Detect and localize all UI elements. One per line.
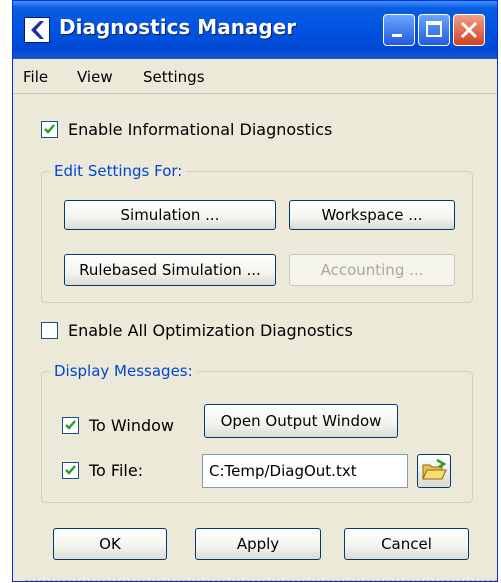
maximize-button[interactable]	[418, 14, 450, 46]
display-messages-legend: Display Messages:	[50, 362, 197, 380]
folder-open-icon	[422, 458, 447, 480]
enable-informational-label: Enable Informational Diagnostics	[68, 120, 333, 139]
open-output-window-button[interactable]: Open Output Window	[204, 404, 398, 438]
to-window-checkbox[interactable]	[62, 417, 79, 434]
file-path-field[interactable]: C:Temp/DiagOut.txt	[202, 454, 408, 488]
title-bar[interactable]: Diagnostics Manager	[13, 1, 497, 59]
enable-optimization-label: Enable All Optimization Diagnostics	[68, 321, 353, 340]
edit-settings-legend: Edit Settings For:	[50, 162, 187, 180]
close-button[interactable]	[453, 14, 485, 46]
to-window-label: To Window	[89, 416, 175, 435]
minimize-button[interactable]	[383, 14, 415, 46]
checkmark-icon	[44, 124, 55, 134]
to-file-checkbox[interactable]	[62, 462, 79, 479]
simulation-button[interactable]: Simulation ...	[64, 200, 276, 230]
edit-settings-group: Edit Settings For: Simulation ... Worksp…	[41, 162, 473, 303]
maximize-icon	[426, 21, 442, 37]
close-icon	[460, 21, 478, 39]
checkmark-icon	[65, 465, 76, 475]
display-messages-group: Display Messages: To Window Open Output …	[41, 362, 473, 503]
apply-button[interactable]: Apply	[195, 528, 321, 560]
menu-bar: File View Settings	[13, 59, 497, 94]
to-file-row[interactable]: To File:	[62, 461, 143, 480]
accounting-button[interactable]: Accounting ...	[289, 254, 455, 286]
to-window-row[interactable]: To Window	[62, 416, 174, 435]
app-icon[interactable]	[24, 17, 50, 43]
menu-file[interactable]: File	[23, 68, 48, 86]
enable-informational-diagnostics-row[interactable]: Enable Informational Diagnostics	[41, 120, 332, 139]
enable-informational-checkbox[interactable]	[41, 121, 58, 138]
menu-view[interactable]: View	[77, 68, 113, 86]
menu-settings[interactable]: Settings	[143, 68, 205, 86]
checkmark-icon	[65, 420, 76, 430]
enable-optimization-diagnostics-row[interactable]: Enable All Optimization Diagnostics	[41, 321, 353, 340]
minimize-icon	[392, 34, 402, 37]
ok-button[interactable]: OK	[53, 528, 167, 560]
enable-optimization-checkbox[interactable]	[41, 322, 58, 339]
diagnostics-manager-window: Diagnostics Manager File View Settings E…	[12, 0, 498, 582]
rulebased-simulation-button[interactable]: Rulebased Simulation ...	[64, 254, 276, 286]
to-file-label: To File:	[89, 461, 144, 480]
cancel-button[interactable]: Cancel	[344, 528, 469, 560]
bottom-divider	[25, 580, 497, 581]
browse-file-button[interactable]	[417, 454, 451, 488]
workspace-button[interactable]: Workspace ...	[289, 200, 455, 230]
window-title: Diagnostics Manager	[59, 15, 297, 39]
